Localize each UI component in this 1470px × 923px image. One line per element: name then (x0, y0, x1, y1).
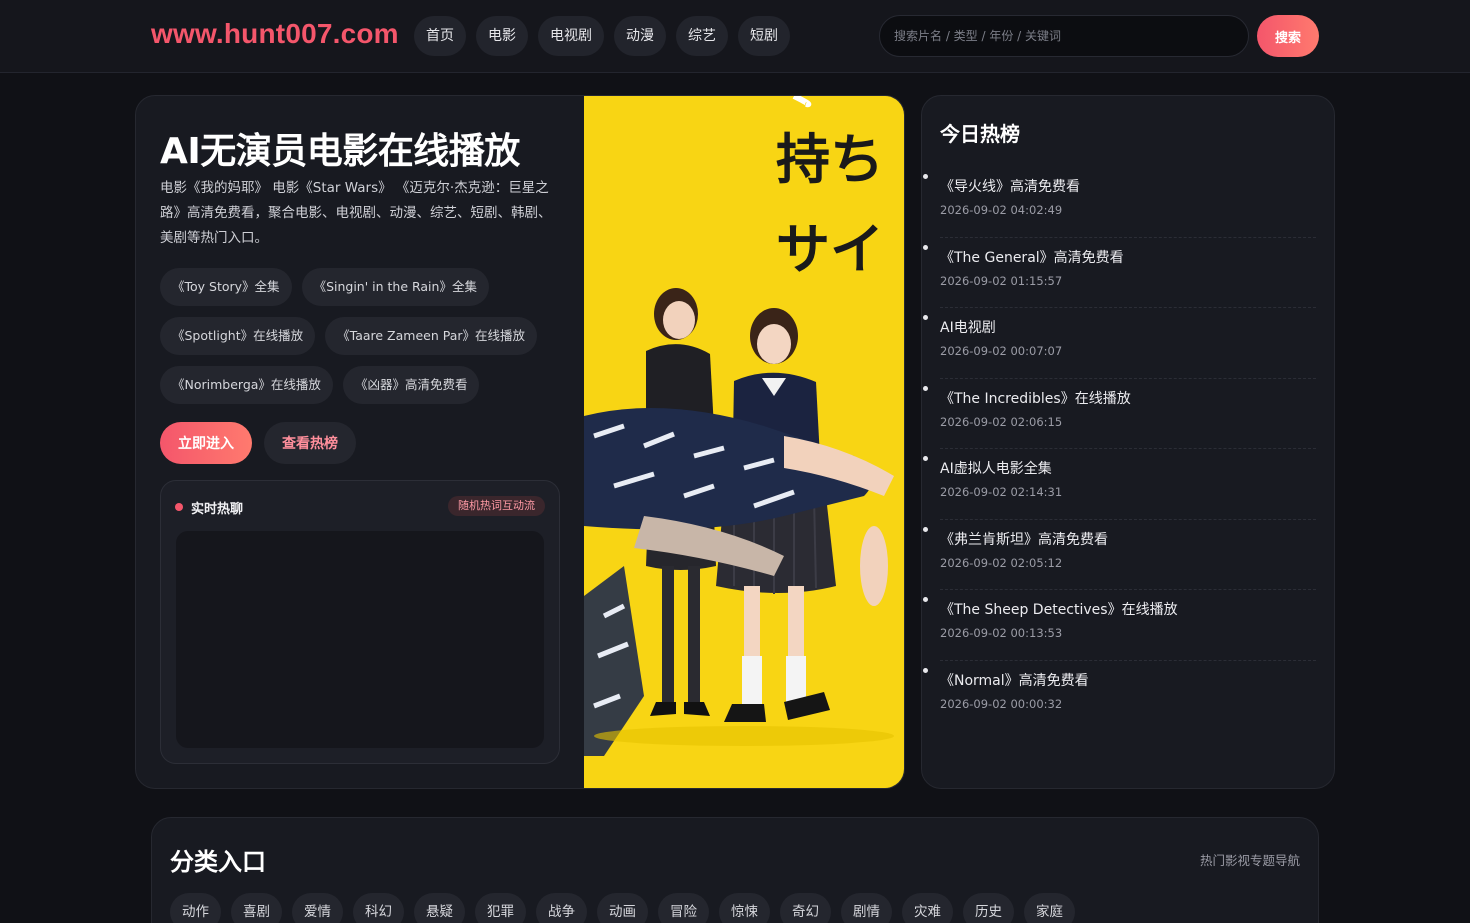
hot-item-time: 2026-09-02 02:05:12 (940, 555, 1063, 570)
nav-movies[interactable]: 电影 (476, 16, 528, 56)
hot-item-name[interactable]: AI电视剧 (940, 317, 996, 337)
category-item-animation[interactable]: 动画 (597, 893, 648, 923)
hot-item-name[interactable]: 《The General》高清免费看 (940, 247, 1124, 267)
hot-item-time: 2026-09-02 02:06:15 (940, 414, 1063, 429)
hot-item-name[interactable]: 《Normal》高清免费看 (940, 670, 1089, 690)
category-list: 动作 喜剧 爱情 科幻 悬疑 犯罪 战争 动画 冒险 惊悚 奇幻 剧情 灾难 历… (170, 893, 1075, 923)
main-nav: 首页 电影 电视剧 动漫 综艺 短剧 (414, 16, 790, 56)
hero-card: AI无演员电影在线播放 电影《我的妈耶》 电影《Star Wars》 《迈克尔·… (135, 95, 905, 789)
category-item-thriller[interactable]: 惊悚 (719, 893, 770, 923)
enter-now-button[interactable]: 立即进入 (160, 422, 252, 464)
list-item[interactable]: 《The Sheep Detectives》在线播放 2026-09-02 00… (940, 590, 1316, 661)
hot-ranking-title: 今日热榜 (940, 122, 1020, 146)
view-hot-list-button[interactable]: 查看热榜 (264, 422, 356, 464)
category-section: 分类入口 热门影视专题导航 动作 喜剧 爱情 科幻 悬疑 犯罪 战争 动画 冒险… (151, 817, 1319, 923)
nav-short-drama[interactable]: 短剧 (738, 16, 790, 56)
hot-item-name[interactable]: 《The Incredibles》在线播放 (940, 388, 1131, 408)
search-button[interactable]: 搜索 (1257, 15, 1319, 57)
hot-item-name[interactable]: 《弗兰肯斯坦》高清免费看 (940, 529, 1108, 549)
list-item[interactable]: AI电视剧 2026-09-02 00:07:07 (940, 308, 1316, 379)
category-item-action[interactable]: 动作 (170, 893, 221, 923)
hot-item-time: 2026-09-02 00:00:32 (940, 696, 1063, 711)
category-item-romance[interactable]: 爱情 (292, 893, 343, 923)
category-item-fantasy[interactable]: 奇幻 (780, 893, 831, 923)
category-title: 分类入口 (170, 848, 266, 876)
hero-description: 电影《我的妈耶》 电影《Star Wars》 《迈克尔·杰克逊：巨星之路》高清免… (160, 180, 552, 246)
live-chat-title: 实时热聊 (191, 502, 244, 517)
chat-badge: 随机热词互动流 (448, 496, 545, 516)
hero-tag[interactable]: 《Spotlight》在线播放 (160, 317, 316, 355)
live-chat-panel: 实时热聊 随机热词互动流 (160, 480, 560, 764)
hero-tag[interactable]: 《凶器》高清免费看 (342, 366, 480, 404)
hero-tag[interactable]: 《Norimberga》在线播放 (160, 366, 333, 404)
hot-item-name[interactable]: 《The Sheep Detectives》在线播放 (940, 599, 1178, 619)
chat-feed[interactable] (176, 531, 544, 748)
hero-title: AI无演员电影在线播放 (160, 131, 520, 172)
hero-tag[interactable]: 《Toy Story》全集 (160, 268, 292, 306)
category-item-disaster[interactable]: 灾难 (902, 893, 953, 923)
hot-item-time: 2026-09-02 00:07:07 (940, 344, 1063, 358)
nav-tv-series[interactable]: 电视剧 (538, 16, 604, 56)
category-subtitle: 热门影视专题导航 (1199, 853, 1300, 868)
category-item-family[interactable]: 家庭 (1024, 893, 1075, 923)
poster-text-line1: 持ち (776, 128, 884, 191)
site-logo[interactable]: www.hunt007.com (151, 18, 399, 50)
list-item[interactable]: AI虚拟人电影全集 2026-09-02 02:14:31 (940, 449, 1316, 520)
hot-ranking-panel: 今日热榜 《导火线》高清免费看 2026-09-02 04:02:49 《The… (921, 95, 1335, 789)
category-item-mystery[interactable]: 悬疑 (414, 893, 465, 923)
list-item[interactable]: 《The General》高清免费看 2026-09-02 01:15:57 (940, 238, 1316, 308)
category-item-crime[interactable]: 犯罪 (475, 893, 526, 923)
nav-home[interactable]: 首页 (414, 16, 466, 56)
hot-item-time: 2026-09-02 01:15:57 (940, 273, 1063, 288)
list-item[interactable]: 《The Incredibles》在线播放 2026-09-02 02:06:1… (940, 379, 1316, 449)
hero-poster[interactable]: 持ち サイ (584, 96, 904, 788)
search-input[interactable] (879, 15, 1249, 57)
live-dot-icon (175, 503, 183, 511)
hero-tag-list: 《Toy Story》全集 《Singin' in the Rain》全集 《S… (160, 268, 570, 404)
category-item-war[interactable]: 战争 (536, 893, 587, 923)
category-item-drama[interactable]: 剧情 (841, 893, 892, 923)
nav-anime[interactable]: 动漫 (614, 16, 666, 56)
hero-tag[interactable]: 《Singin' in the Rain》全集 (301, 268, 489, 306)
list-item[interactable]: 《导火线》高清免费看 2026-09-02 04:02:49 (940, 167, 1316, 238)
category-item-history[interactable]: 历史 (963, 893, 1014, 923)
list-item[interactable]: 《弗兰肯斯坦》高清免费看 2026-09-02 02:05:12 (940, 520, 1316, 590)
category-item-adventure[interactable]: 冒险 (658, 893, 709, 923)
hot-item-name[interactable]: 《导火线》高清免费看 (940, 176, 1080, 196)
poster-text-line2: サイ (776, 218, 884, 281)
category-item-scifi[interactable]: 科幻 (353, 893, 404, 923)
hot-ranking-list: 《导火线》高清免费看 2026-09-02 04:02:49 《The Gene… (940, 167, 1316, 731)
poster-illustration: 持ち サイ (584, 96, 894, 756)
hot-item-name[interactable]: AI虚拟人电影全集 (940, 458, 1052, 478)
site-header: www.hunt007.com 首页 电影 电视剧 动漫 综艺 短剧 搜索 (0, 0, 1470, 73)
nav-variety[interactable]: 综艺 (676, 16, 728, 56)
hot-item-time: 2026-09-02 02:14:31 (940, 485, 1063, 499)
list-item[interactable]: 《Normal》高清免费看 2026-09-02 00:00:32 (940, 661, 1316, 732)
hot-item-time: 2026-09-02 04:02:49 (940, 203, 1063, 217)
hot-item-time: 2026-09-02 00:13:53 (940, 626, 1063, 640)
hero-tag[interactable]: 《Taare Zameen Par》在线播放 (325, 317, 537, 355)
category-item-comedy[interactable]: 喜剧 (231, 893, 282, 923)
